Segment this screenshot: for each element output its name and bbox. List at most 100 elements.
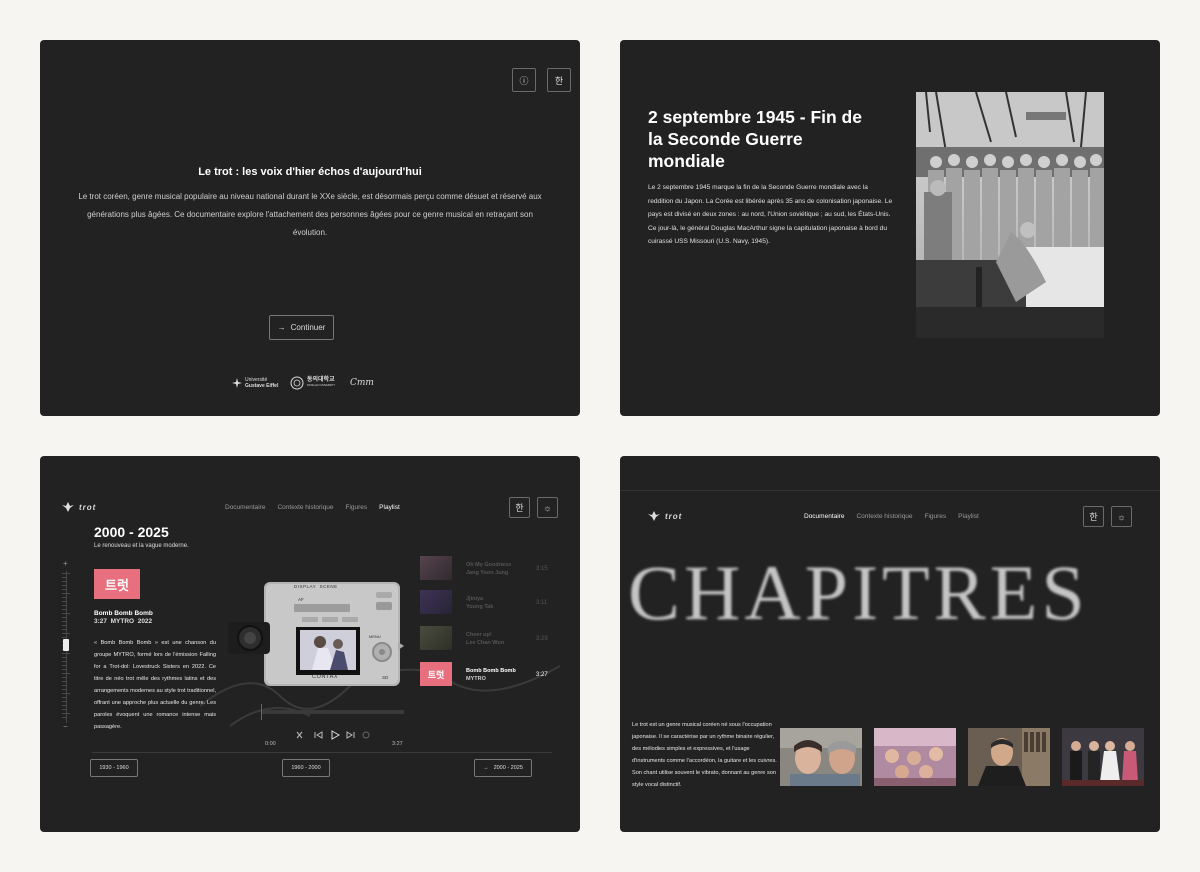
scale-tick xyxy=(62,717,67,718)
track-item[interactable]: Jjiniya Young Tak 3:11 xyxy=(420,588,560,616)
chapter-thumbnail-1[interactable] xyxy=(780,728,862,786)
scale-tick xyxy=(62,701,67,702)
repeat-icon[interactable] xyxy=(362,731,370,739)
scale-tick xyxy=(62,661,67,662)
info-button[interactable]: ⓘ xyxy=(512,68,536,92)
theme-toggle-button[interactable]: ☼ xyxy=(1111,506,1132,527)
camera-menu-label: MENU xyxy=(369,634,381,639)
main-nav: Documentaire Contexte historique Figures… xyxy=(225,504,400,511)
scale-tick xyxy=(62,633,70,634)
album-art: 트럿 xyxy=(94,569,140,599)
scale-plus-icon[interactable]: + xyxy=(63,559,68,568)
nav-item-figures[interactable]: Figures xyxy=(345,504,367,511)
nav-item-playlist[interactable]: Playlist xyxy=(958,513,979,520)
chapter-thumbnail-2[interactable] xyxy=(874,728,956,786)
era-divider xyxy=(92,752,552,753)
nav-item-figures[interactable]: Figures xyxy=(924,513,946,520)
chapter-thumbnail-3[interactable] xyxy=(968,728,1050,786)
next-icon[interactable] xyxy=(346,731,355,739)
chapter-3-image xyxy=(968,728,1050,786)
track-item[interactable]: Cheer up! Lee Chan Won 3:29 xyxy=(420,624,560,652)
university-gustave-eiffel-logo: Université Gustave Eiffel xyxy=(232,377,278,389)
tracklist: Oh My Goodness Jang Yoon Jung 3:15 Jjini… xyxy=(420,554,560,694)
progress-bar[interactable] xyxy=(262,710,404,714)
history-body: Le 2 septembre 1945 marque la fin de la … xyxy=(648,184,893,245)
language-toggle-button[interactable]: 한 xyxy=(1083,506,1104,527)
scale-tick xyxy=(62,673,70,674)
cmm-logo: Cmm xyxy=(350,378,374,388)
vertical-timeline-scale[interactable]: + − xyxy=(58,559,74,731)
scale-tick xyxy=(62,605,67,606)
track-thumbnail: 트럿 xyxy=(420,662,452,686)
partner1-line2: Gustave Eiffel xyxy=(245,383,279,389)
scale-tick xyxy=(62,657,67,658)
intro-panel: ⓘ 한 Le trot : les voix d'hier échos d'au… xyxy=(40,40,580,416)
track-duration: 3:27 xyxy=(536,672,548,678)
track-title: Oh My Goodness xyxy=(466,562,512,568)
scale-tick xyxy=(62,685,67,686)
song-description: « Bomb Bomb Bomb » est une chanson du gr… xyxy=(94,640,216,730)
chapter-1-image xyxy=(780,728,862,786)
scale-tick xyxy=(62,677,67,678)
arrow-right-icon: → xyxy=(483,765,489,771)
shuffle-icon[interactable] xyxy=(296,731,303,739)
scale-tick xyxy=(62,681,67,682)
theme-toggle-button[interactable]: ☼ xyxy=(537,497,558,518)
track-title: Cheer up! xyxy=(466,632,492,638)
sun-icon: ☼ xyxy=(1117,511,1126,522)
scale-minus-icon[interactable]: − xyxy=(63,722,68,731)
era-subtitle: Le renouveau et la vague moderne. xyxy=(94,543,189,549)
language-toggle-button[interactable]: 한 xyxy=(509,497,530,518)
continue-label: Continuer xyxy=(290,323,326,332)
track-thumbnail-text: 트럿 xyxy=(427,669,445,680)
main-nav: Documentaire Contexte historique Figures… xyxy=(804,513,979,520)
eiffel-star-icon xyxy=(232,378,242,388)
scale-tick xyxy=(62,669,67,670)
intro-title: Le trot : les voix d'hier échos d'aujour… xyxy=(198,166,422,178)
previous-icon[interactable] xyxy=(314,731,323,739)
scale-tick xyxy=(62,593,70,594)
chapters-intro: Le trot est un genre musical coréen né s… xyxy=(632,722,777,788)
scale-handle[interactable] xyxy=(63,639,69,651)
scale-tick xyxy=(62,585,67,586)
track-duration: 3:29 xyxy=(536,636,548,642)
nav-item-contexte-historique[interactable]: Contexte historique xyxy=(277,504,333,511)
continue-button[interactable]: → Continuer xyxy=(269,315,334,340)
scale-tick xyxy=(62,601,67,602)
scale-tick xyxy=(62,653,70,654)
nav-item-contexte-historique[interactable]: Contexte historique xyxy=(856,513,912,520)
scale-tick xyxy=(62,665,67,666)
language-label: 한 xyxy=(554,75,564,86)
scale-tick xyxy=(62,621,67,622)
track-item-active[interactable]: 트럿 Bomb Bomb Bomb MYTRO 3:27 xyxy=(420,660,560,688)
chapters-heading: CHAPITRES xyxy=(628,549,1089,636)
track-title: Jjiniya xyxy=(466,596,484,602)
track-thumbnail xyxy=(420,626,452,650)
chapter-thumbnail-4[interactable] xyxy=(1062,728,1144,786)
language-label: 한 xyxy=(1089,512,1098,522)
era-button-2000-2025[interactable]: → 2000 - 2025 xyxy=(474,759,532,777)
scale-tick xyxy=(62,597,67,598)
era-button-1930-1960[interactable]: 1930 - 1960 xyxy=(90,759,138,777)
bird-logo-icon xyxy=(648,511,660,521)
nav-item-playlist[interactable]: Playlist xyxy=(379,504,400,511)
era-button-1960-2000[interactable]: 1960 - 2000 xyxy=(282,759,330,777)
camera-brand: CONTAX xyxy=(312,674,339,680)
info-icon: ⓘ xyxy=(519,75,529,86)
trot-logo[interactable]: trot xyxy=(62,502,96,512)
scale-tick xyxy=(62,709,67,710)
track-item[interactable]: Oh My Goodness Jang Yoon Jung 3:15 xyxy=(420,554,560,582)
nav-item-documentaire[interactable]: Documentaire xyxy=(225,504,265,511)
play-icon[interactable] xyxy=(331,730,341,740)
track-duration: 3:11 xyxy=(536,600,548,606)
camera-player: DISPLAY SCENE AF CONTAX MENU SD xyxy=(228,582,404,690)
scale-tick xyxy=(62,613,70,614)
university-seal-icon xyxy=(290,376,304,390)
nav-item-documentaire[interactable]: Documentaire xyxy=(804,513,844,520)
scale-tick xyxy=(62,713,70,714)
track-artist: Jang Yoon Jung xyxy=(466,570,509,576)
language-toggle-button[interactable]: 한 xyxy=(547,68,571,92)
trot-logo[interactable]: trot xyxy=(648,511,682,521)
progress-cursor[interactable] xyxy=(261,704,262,720)
track-artist: Lee Chan Won xyxy=(466,640,505,646)
